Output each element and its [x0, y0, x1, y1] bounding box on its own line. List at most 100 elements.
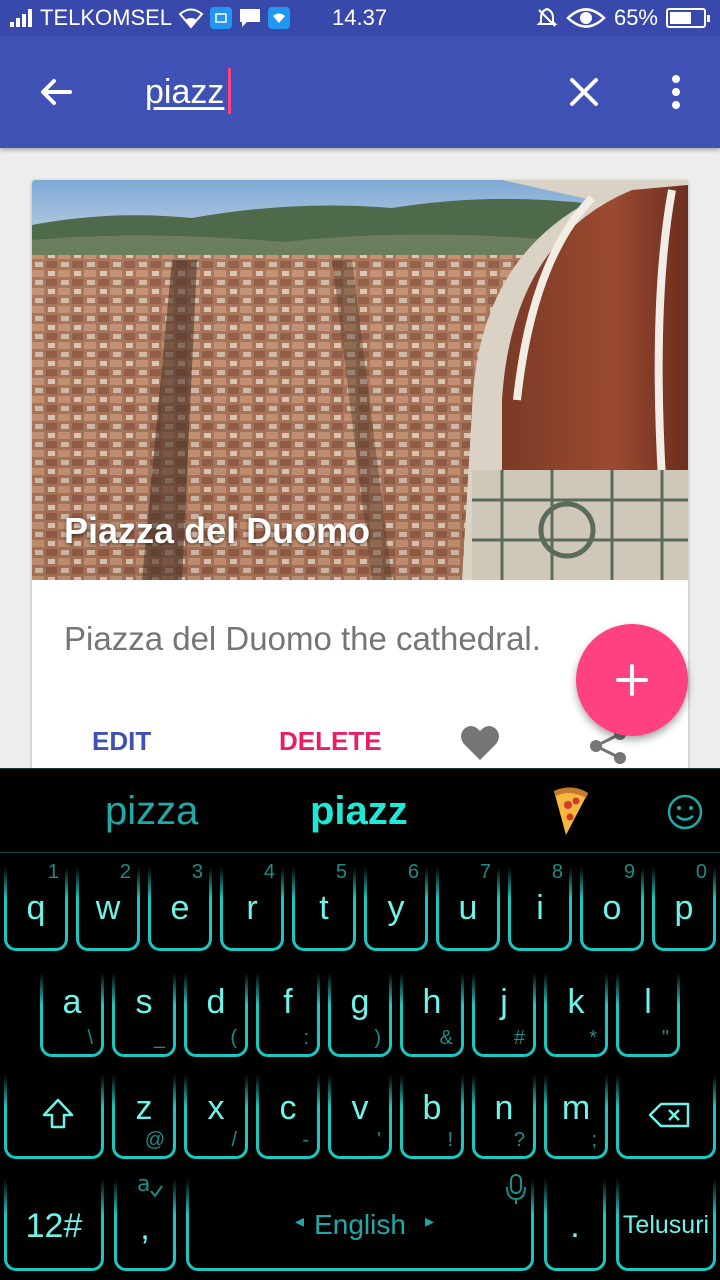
backspace-icon	[648, 1102, 690, 1128]
period-key-label: .	[570, 1207, 580, 1245]
battery-percent: 65%	[613, 5, 658, 30]
key-label: n	[494, 1089, 514, 1127]
key-z[interactable]: z @	[112, 1075, 176, 1159]
key-n[interactable]: n?	[472, 1075, 536, 1159]
key-label: o	[602, 889, 622, 927]
key-label: j	[500, 983, 508, 1021]
key-hint: 5	[335, 861, 347, 883]
results-list[interactable]: Piazza del Duomo Piazza del Duomo the ca…	[0, 148, 720, 768]
search-input[interactable]: piazz	[145, 72, 224, 112]
key-hint: :	[303, 1027, 309, 1049]
key-label: h	[422, 983, 442, 1021]
key-b[interactable]: b!	[400, 1075, 464, 1159]
shift-key[interactable]	[4, 1075, 104, 1159]
key-label: r	[246, 889, 258, 927]
space-right-arrow-icon: ▸	[425, 1211, 435, 1231]
key-hint: *	[589, 1027, 597, 1049]
key-hint: 3	[191, 861, 203, 883]
bbm-message-icon	[240, 9, 261, 27]
key-c[interactable]: c-	[256, 1075, 320, 1159]
key-hint: @	[144, 1129, 165, 1151]
shift-arrow-icon	[42, 1098, 74, 1129]
key-u[interactable]: u7	[436, 861, 500, 951]
place-title: Piazza del Duomo	[64, 510, 371, 551]
suggestion-piazz[interactable]: piazz	[310, 789, 408, 834]
suggestion-strip: pizza piazz	[0, 769, 720, 853]
key-label: x	[207, 1089, 225, 1127]
key-y[interactable]: y6	[364, 861, 428, 951]
key-label: y	[387, 889, 405, 927]
language-switch-icon: a	[137, 1172, 163, 1198]
key-s[interactable]: s _	[112, 973, 176, 1057]
symbols-key-label: 12#	[25, 1207, 83, 1245]
key-label: e	[170, 889, 190, 927]
comma-key[interactable]: a ,	[114, 1172, 176, 1271]
key-x[interactable]: x /	[184, 1075, 248, 1159]
key-hint: 6	[407, 861, 419, 883]
key-m[interactable]: m;	[544, 1075, 608, 1159]
key-label: w	[95, 889, 121, 927]
wifi-hotspot-icon	[268, 7, 291, 29]
key-r[interactable]: r4	[220, 861, 284, 951]
search-toolbar: piazz	[0, 36, 720, 148]
text-cursor	[228, 68, 231, 114]
key-label: i	[536, 889, 544, 927]
key-hint: !	[447, 1129, 453, 1151]
key-g[interactable]: g)	[328, 973, 392, 1057]
key-i[interactable]: i8	[508, 861, 572, 951]
key-h[interactable]: h &	[400, 973, 464, 1057]
key-p[interactable]: p0	[652, 861, 716, 951]
key-w[interactable]: w2	[76, 861, 140, 951]
key-j[interactable]: j #	[472, 973, 536, 1057]
delete-button[interactable]: DELETE	[279, 726, 382, 757]
key-label: t	[319, 889, 329, 927]
mute-bell-icon	[536, 7, 558, 27]
symbols-key[interactable]: 12#	[4, 1179, 104, 1271]
microphone-icon[interactable]	[505, 1173, 527, 1205]
key-hint: 2	[119, 861, 131, 883]
period-key[interactable]: .	[544, 1179, 606, 1271]
key-hint: /	[231, 1129, 237, 1151]
plus-icon	[616, 664, 648, 696]
key-hint: 4	[263, 861, 275, 883]
notification-app-icon	[210, 7, 233, 29]
more-vert-icon[interactable]	[664, 72, 688, 112]
battery-icon	[666, 8, 710, 28]
suggestion-pizza[interactable]: pizza	[105, 789, 198, 834]
pizza-emoji-icon[interactable]	[548, 785, 592, 837]
backspace-key[interactable]	[616, 1075, 716, 1159]
signal-icon	[10, 9, 32, 27]
search-enter-key[interactable]: Telusuri	[616, 1179, 716, 1271]
key-f[interactable]: f:	[256, 973, 320, 1057]
key-k[interactable]: k *	[544, 973, 608, 1057]
space-key[interactable]: ◂ English ▸	[186, 1174, 534, 1271]
favorite-heart-icon[interactable]	[458, 720, 502, 764]
key-o[interactable]: o9	[580, 861, 644, 951]
key-label: v	[351, 1089, 369, 1127]
key-d[interactable]: d(	[184, 973, 248, 1057]
svg-text:a: a	[137, 1172, 150, 1197]
clear-icon[interactable]	[566, 74, 602, 110]
add-fab-button[interactable]	[576, 624, 688, 736]
key-l[interactable]: l "	[616, 973, 680, 1057]
key-hint: -	[302, 1129, 309, 1151]
key-q[interactable]: q1	[4, 861, 68, 951]
edit-button[interactable]: EDIT	[92, 726, 151, 757]
key-e[interactable]: e3	[148, 861, 212, 951]
back-arrow-icon[interactable]	[36, 72, 76, 112]
emoji-smile-icon[interactable]	[666, 793, 704, 831]
key-v[interactable]: v '	[328, 1075, 392, 1159]
key-hint: 8	[551, 861, 563, 883]
key-hint: ;	[591, 1129, 597, 1151]
key-t[interactable]: t5	[292, 861, 356, 951]
status-bar: TELKOMSEL 14.37 65%	[0, 0, 720, 36]
key-hint: ?	[513, 1129, 525, 1151]
key-label: k	[567, 983, 585, 1021]
key-label: u	[458, 889, 478, 927]
key-hint: #	[513, 1027, 525, 1049]
key-hint: 1	[47, 861, 59, 883]
key-a[interactable]: a \	[40, 973, 104, 1057]
key-label: g	[350, 983, 370, 1021]
key-hint: '	[377, 1129, 381, 1151]
comma-key-label: ,	[140, 1209, 150, 1247]
